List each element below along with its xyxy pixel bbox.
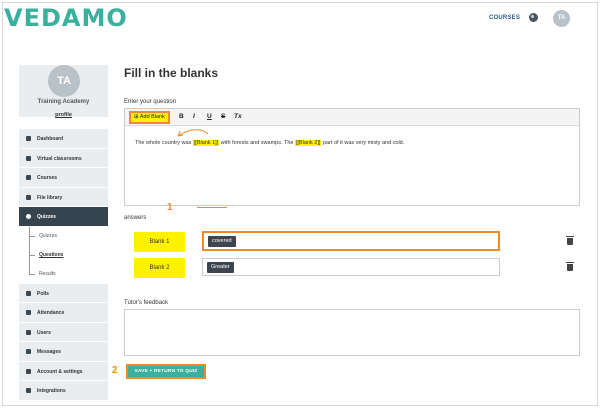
sidebar-subitem-quizzes[interactable]: Quizzes [19, 226, 108, 246]
sidebar-subitem-label: Results [39, 270, 56, 277]
sidebar: TA Training Academy profile Dashboard Vi… [19, 50, 108, 401]
sidebar-item-label: Attendance [37, 310, 65, 316]
feedback-textarea[interactable] [124, 309, 580, 356]
clear-format-button[interactable]: Tx [234, 113, 242, 120]
polls-icon [26, 290, 31, 296]
globe-icon[interactable] [529, 13, 538, 22]
blank-2-tag: [[Blank 2]] [294, 140, 322, 146]
profile-card: TA Training Academy profile [19, 65, 108, 118]
classroom-icon [26, 155, 31, 161]
sidebar-item-label: Dashboard [37, 136, 64, 142]
save-return-button[interactable]: SAVE + RETURN TO QUIZ [126, 364, 206, 379]
annotation-number-2: 2 [112, 365, 118, 376]
sidebar-item-virtual-classrooms[interactable]: Virtual classrooms [19, 148, 108, 168]
user-avatar[interactable]: TA [553, 10, 570, 27]
sidebar-subitem-label: Questions [39, 251, 64, 258]
question-editor[interactable]: ⊞ Add Blank B I U S Tx The whole country… [124, 108, 580, 206]
sidebar-item-label: Integrations [37, 388, 66, 394]
sidebar-item-label: Messages [37, 349, 61, 355]
sidebar-item-label: Courses [37, 175, 58, 181]
answers-label: answers [124, 215, 147, 221]
question-text-part: part of it was very misty and cold. [321, 140, 405, 146]
bold-button[interactable]: B [179, 113, 184, 120]
tree-tick [29, 235, 35, 237]
page-title: Fill in the blanks [124, 66, 219, 80]
profile-link[interactable]: profile [19, 112, 108, 118]
italic-button[interactable]: I [193, 113, 195, 120]
answer-row: Blank 2 Greater [134, 258, 580, 278]
blank-2-label: Blank 2 [134, 258, 185, 278]
settings-icon [26, 368, 31, 374]
answer-chip[interactable]: covered [208, 236, 236, 247]
blank-1-answer-input[interactable]: covered [202, 231, 500, 251]
answer-row: Blank 1 covered [134, 231, 580, 252]
vedamo-logo[interactable]: VEDAMO [4, 4, 128, 32]
nav-courses-link[interactable]: COURSES [489, 15, 520, 21]
question-text: The whole country was [[Blank 1]] with f… [135, 140, 404, 146]
question-text-part: with forests and swamps. The [219, 140, 295, 146]
strikethrough-button[interactable]: S [221, 113, 225, 120]
annotation-line [197, 207, 227, 208]
sidebar-item-quizzes[interactable]: Quizzes [19, 207, 108, 227]
sidebar-item-users[interactable]: Users [19, 322, 108, 342]
sidebar-item-account-settings[interactable]: Account & settings [19, 361, 108, 381]
sidebar-item-label: Virtual classrooms [37, 155, 82, 162]
underline-button[interactable]: U [207, 113, 212, 120]
sidebar-menu: Dashboard Virtual classrooms Courses Fil… [19, 129, 108, 401]
add-blank-label: Add Blank [139, 114, 165, 120]
trash-icon[interactable] [566, 262, 574, 271]
sidebar-item-label: Polls [37, 290, 49, 297]
annotation-arrow-icon [177, 129, 209, 137]
sidebar-item-integrations[interactable]: Integrations [19, 381, 108, 401]
trash-icon[interactable] [566, 236, 574, 245]
tree-tick [29, 254, 35, 256]
editor-toolbar: ⊞ Add Blank B I U S Tx [125, 109, 579, 126]
sidebar-item-label: Users [37, 329, 51, 336]
question-label: Enter your question [124, 99, 177, 105]
attendance-icon [26, 310, 31, 315]
integrations-icon [26, 388, 31, 393]
sidebar-item-attendance[interactable]: Attendance [19, 303, 108, 323]
annotation-number-1: 1 [167, 202, 173, 213]
sidebar-item-courses[interactable]: Courses [19, 168, 108, 188]
blank-2-answer-input[interactable]: Greater [202, 258, 500, 276]
add-blank-button[interactable]: ⊞ Add Blank [129, 111, 170, 124]
dashboard-icon [26, 136, 31, 141]
users-icon [26, 329, 31, 335]
top-bar: VEDAMO COURSES TA [0, 0, 600, 40]
feedback-label: Tutor's feedback [124, 300, 168, 306]
quizzes-icon [26, 214, 31, 219]
courses-icon [26, 175, 31, 180]
sidebar-subitem-label: Quizzes [39, 232, 58, 239]
sidebar-item-label: Account & settings [37, 368, 83, 375]
sidebar-subitem-results[interactable]: Results [19, 264, 108, 284]
sidebar-item-messages[interactable]: Messages [19, 342, 108, 362]
answer-chip[interactable]: Greater [207, 262, 234, 273]
profile-avatar: TA [48, 65, 80, 97]
sidebar-item-dashboard[interactable]: Dashboard [19, 129, 108, 149]
sidebar-subitem-questions[interactable]: Questions [19, 245, 108, 265]
sidebar-item-polls[interactable]: Polls [19, 283, 108, 303]
sidebar-item-label: File library [37, 194, 63, 201]
sidebar-item-label: Quizzes [37, 214, 56, 220]
tree-tick [29, 273, 35, 275]
sidebar-item-file-library[interactable]: File library [19, 187, 108, 207]
org-name: Training Academy [37, 99, 90, 105]
blank-1-tag: [[Blank 1]] [192, 140, 220, 146]
blank-1-label: Blank 1 [134, 232, 185, 252]
messages-icon [26, 349, 31, 354]
file-library-icon [26, 194, 31, 200]
question-text-part: The whole country was [135, 140, 193, 146]
